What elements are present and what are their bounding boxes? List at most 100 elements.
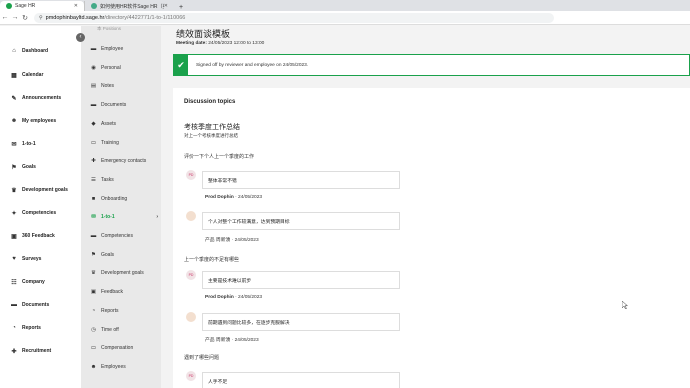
answer-box[interactable]: 前期遇到问题比较多，在逐步克服解决 xyxy=(202,313,400,331)
avatar xyxy=(186,312,196,322)
people-icon: ☻ xyxy=(10,118,18,124)
sidebar-item-competencies[interactable]: ✦ Competencies xyxy=(10,208,56,218)
discussion-topics-title: Discussion topics xyxy=(184,99,236,105)
competencies-icon: ▬ xyxy=(90,233,97,239)
subnav-item-assets[interactable]: ◆ Assets xyxy=(90,119,158,129)
answer-box[interactable]: 主要是技术难以前步 xyxy=(202,271,400,289)
chat-icon: ✉ xyxy=(91,214,96,221)
sidebar-item-dashboard[interactable]: ⌂ Dashboard xyxy=(10,46,48,56)
folder-icon: ▬ xyxy=(90,102,97,109)
subnav-item-onboarding[interactable]: ■ Onboarding xyxy=(90,194,158,204)
subnav-item-employees[interactable]: ☻ Employees xyxy=(90,362,158,372)
lock-icon: ⚲ xyxy=(39,14,43,21)
subnav-item-1-to-1[interactable]: ✉ 1-to-1 › xyxy=(90,212,158,222)
sidebar-item-1-to-1[interactable]: ✉ 1-to-1 xyxy=(10,139,36,149)
answer-box[interactable]: 个人对整个工作较满意，达到预期目标 xyxy=(202,212,400,230)
subnav-item-feedback[interactable]: ▣ Feedback xyxy=(90,287,158,297)
clock-icon: ◷ xyxy=(91,326,96,333)
sidebar-item-label: Competencies xyxy=(22,210,57,216)
discussion-topics-card: Discussion topics 考核季度工作总结 对上一个考核季度进行总结 … xyxy=(173,88,690,388)
tasks-icon: ☰ xyxy=(91,176,96,183)
sidebar-item-360-feedback[interactable]: ▣ 360 Feedback xyxy=(10,231,55,241)
collapse-sidebar-button[interactable]: ‹ xyxy=(76,33,85,42)
answer-box[interactable]: 整体非常不错 xyxy=(202,171,400,189)
subnav-item-development-goals[interactable]: ♛ Development goals xyxy=(90,268,158,278)
answer-byline: 产品 周新湧 · 24/05/2023 xyxy=(205,336,259,343)
question-text: 评价一下个人上一个季度的工作 xyxy=(184,154,255,160)
reports-icon: ◔ xyxy=(91,307,96,314)
sidebar-item-announcements[interactable]: ✎ Announcements xyxy=(10,93,61,103)
sidebar-item-development-goals[interactable]: ♛ Development goals xyxy=(10,185,68,195)
subnav-item-label: Training xyxy=(101,139,119,146)
close-icon[interactable]: ✕ xyxy=(74,3,78,9)
sidebar-item-label: 1-to-1 xyxy=(22,141,36,147)
subnav-item-label: Reports xyxy=(101,307,119,314)
subnav-item-compensation[interactable]: ▭ Compensation xyxy=(90,343,158,353)
dashboard-icon: ⌂ xyxy=(12,48,16,54)
sidebar-item-label: Goals xyxy=(22,164,36,170)
feedback-icon: ▣ xyxy=(90,289,97,296)
subnav-item-tasks[interactable]: ☰ Tasks xyxy=(90,175,158,185)
sage-favicon-icon xyxy=(6,3,12,9)
forward-icon[interactable]: → xyxy=(10,14,20,21)
sidebar-item-documents[interactable]: ▬ Documents xyxy=(10,300,49,310)
meeting-date-label: Meeting date: xyxy=(176,41,207,46)
question-text: 上一个季度的不足有哪些 xyxy=(184,257,240,263)
subnav-item-notes[interactable]: ▤ Notes xyxy=(90,81,158,91)
sidebar-item-label: 360 Feedback xyxy=(22,233,55,239)
eye-icon: ◉ xyxy=(91,64,96,71)
subnav-item-competencies[interactable]: ▬ Competencies xyxy=(90,231,158,241)
avatar: PD xyxy=(186,270,196,280)
sidebar-item-surveys[interactable]: ♥ Surveys xyxy=(10,254,41,264)
sidebar-item-company[interactable]: ☷ Company xyxy=(10,277,45,287)
close-icon[interactable]: ✕ xyxy=(164,3,168,9)
subnav-item-label: Goals xyxy=(101,251,115,258)
sidebar-item-recruitment[interactable]: ✚ Recruitment xyxy=(10,346,51,356)
subnav-item-label: Feedback xyxy=(101,289,123,296)
sidebar-item-label: Surveys xyxy=(22,256,42,262)
sidebar-item-reports[interactable]: ◔ Reports xyxy=(10,323,41,333)
subnav-item-label: Tasks xyxy=(101,176,114,183)
subnav-item-label: Development goals xyxy=(101,270,144,277)
meeting-date: Meeting date: 24/05/2023 12:00 to 13:00 xyxy=(176,41,264,46)
subnav-item-reports[interactable]: ◔ Reports xyxy=(90,306,158,316)
new-tab-button[interactable]: + xyxy=(174,4,188,11)
tab-label: 如何使用HR软件Sage HR（英） xyxy=(100,3,164,10)
calendar-icon: ▦ xyxy=(11,72,17,79)
sidebar-item-my-employees[interactable]: ☻ My employees xyxy=(10,116,56,126)
sidebar-item-label: My employees xyxy=(22,118,57,124)
sidebar-item-label: Company xyxy=(22,279,45,285)
url-host: pmdophinbayltd.sage.hr xyxy=(45,14,105,21)
answer-author: 产品 周新湧 xyxy=(205,338,231,343)
subnav-item-training[interactable]: ▭ Training xyxy=(90,138,158,148)
back-icon[interactable]: ← xyxy=(0,14,10,21)
sidebar-item-goals[interactable]: ⚑ Goals xyxy=(10,162,36,172)
subnav-item-documents[interactable]: ▬ Documents xyxy=(90,100,158,110)
sidebar-item-label: Reports xyxy=(22,325,41,331)
reload-icon[interactable]: ↻ xyxy=(20,14,30,22)
sidebar-item-label: Recruitment xyxy=(22,348,52,354)
subnav-item-label: Notes xyxy=(101,83,115,90)
browser-tab-howto[interactable]: 如何使用HR软件Sage HR（英） ✕ xyxy=(84,1,174,11)
page-favicon-icon xyxy=(91,3,97,9)
money-icon: ▭ xyxy=(90,345,97,352)
avatar: PD xyxy=(186,170,196,180)
check-icon: ✔ xyxy=(174,55,188,75)
sidebar-item-label: Documents xyxy=(22,302,50,308)
answer-date: · 24/05/2023 xyxy=(231,238,259,243)
url-path: /directory/4422771/1-to-1/110066 xyxy=(104,14,186,21)
browser-tab-sage-hr[interactable]: Sage HR ✕ xyxy=(0,1,84,11)
subnav-item-time-off[interactable]: ◷ Time off xyxy=(90,325,158,335)
subnav-item-emergency-contacts[interactable]: ✚ Emergency contacts xyxy=(90,156,158,166)
answer-box[interactable]: 人手不足 xyxy=(202,372,400,388)
url-input[interactable]: ⚲ pmdophinbayltd.sage.hr /directory/4422… xyxy=(34,12,554,23)
sidebar-item-calendar[interactable]: ▦ Calendar xyxy=(10,70,43,80)
sidebar-item-label: Dashboard xyxy=(22,48,49,54)
subnav-item-personal[interactable]: ◉ Personal xyxy=(90,63,158,73)
answer-author: Prod Dophin xyxy=(205,295,234,300)
subnav-item-employee[interactable]: ▬ Employee xyxy=(90,44,158,54)
avatar xyxy=(186,211,196,221)
recruitment-icon: ✚ xyxy=(11,348,17,355)
subnav-item-label: Time off xyxy=(101,326,119,333)
subnav-item-goals[interactable]: ⚑ Goals xyxy=(90,250,158,260)
